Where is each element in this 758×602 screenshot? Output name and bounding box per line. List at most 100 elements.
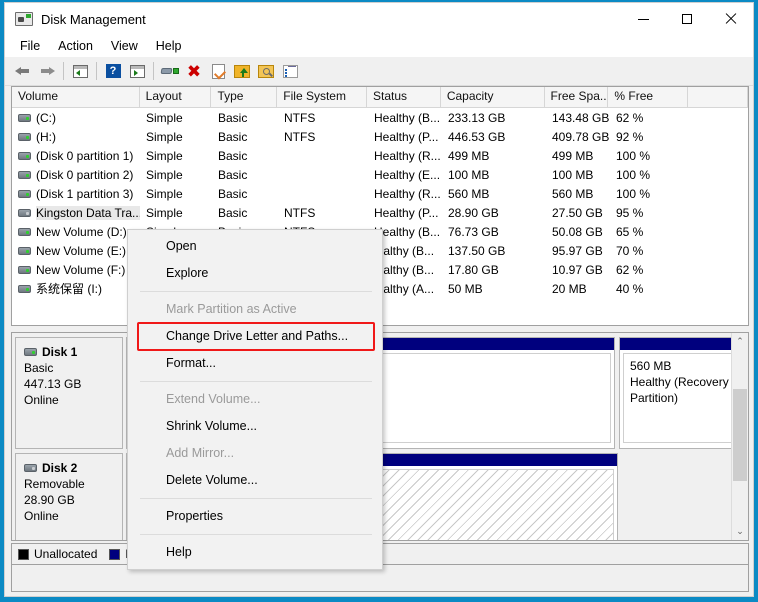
column-header-free-spa[interactable]: Free Spa... [545,87,609,107]
menu-file[interactable]: File [11,37,49,55]
menu-bar: File Action View Help [5,35,753,57]
close-button[interactable] [709,3,753,35]
disk-state: Online [24,393,59,407]
legend-entry: Unallocated [18,547,97,561]
table-row[interactable]: (Disk 1 partition 3) Simple Basic Healthy (… [12,184,748,203]
menu-separator [140,381,372,382]
volume-name-cell[interactable]: (Disk 1 partition 3) [12,187,140,201]
legend-label: Unallocated [34,547,98,561]
context-menu-item-shrink-volume[interactable]: Shrink Volume... [128,413,382,440]
cell-free: 95.97 GB [552,243,603,258]
show-action-pane-icon[interactable] [125,59,149,83]
find-icon[interactable] [254,59,278,83]
menu-view[interactable]: View [102,37,147,55]
toolbar-separator [96,62,97,80]
volume-name-cell[interactable]: (Disk 0 partition 1) [12,149,140,163]
volume-name-cell[interactable]: 系统保留 (I:) [12,280,140,297]
context-menu-item-explore[interactable]: Explore [128,260,382,287]
cell-capacity: 76.73 GB [448,224,499,239]
disk-capacity: 447.13 GB [24,377,82,391]
column-header-layout[interactable]: Layout [140,87,212,107]
cell-type: Basic [218,186,248,201]
disk-pane-scrollbar[interactable]: ⌃ ⌄ [731,333,748,540]
column-header-free[interactable]: % Free [608,87,689,107]
table-row[interactable]: (Disk 0 partition 2) Simple Basic Healthy (… [12,165,748,184]
cell-pct: 65 % [616,224,644,239]
back-arrow-icon[interactable] [11,59,35,83]
cell-pct: 70 % [616,243,644,258]
context-menu-item-change-drive-letter-and-paths[interactable]: Change Drive Letter and Paths... [137,322,375,351]
drive-icon [18,284,31,293]
table-row[interactable]: (H:) Simple Basic NTFS Healthy (P... 446.53 G… [12,127,748,146]
column-header-volume[interactable]: Volume [12,87,140,107]
context-menu-item-help[interactable]: Help [128,539,382,566]
export-list-icon[interactable] [230,59,254,83]
table-row[interactable]: (Disk 0 partition 1) Simple Basic Healthy (… [12,146,748,165]
cell-layout: Simple [146,167,183,182]
context-menu-item-properties[interactable]: Properties [128,503,382,530]
cell-capacity: 17.80 GB [448,262,499,277]
window-controls [621,3,753,35]
context-menu[interactable]: Open Explore Mark Partition as Active Chang… [127,229,383,570]
cell-fs: NTFS [284,129,316,144]
column-header-capacity[interactable]: Capacity [441,87,545,107]
maximize-button[interactable] [665,3,709,35]
volume-name-cell[interactable]: Kingston Data Tra... [12,205,140,220]
column-header-status[interactable]: Status [367,87,441,107]
menu-separator [140,534,372,535]
volume-name-cell[interactable]: (Disk 0 partition 2) [12,168,140,182]
disk-info-disk-1[interactable]: Disk 1 Basic 447.13 GB Online [15,337,123,449]
context-menu-item-open[interactable]: Open [128,233,382,260]
disk-info-disk-2[interactable]: Disk 2 Removable 28.90 GB Online [15,453,123,540]
disk-type: Removable [24,477,85,491]
minimize-button[interactable] [621,3,665,35]
cell-status: Healthy (P... [374,205,439,220]
scrollbar-thumb[interactable] [733,389,747,481]
cell-free: 10.97 GB [552,262,603,277]
cell-status: Healthy (R... [374,148,441,163]
forward-arrow-icon[interactable] [35,59,59,83]
disk-capacity: 28.90 GB [24,493,75,507]
drive-icon [24,348,37,356]
cell-fs: NTFS [284,110,316,125]
toolbar: ? ✖ [5,57,753,86]
context-menu-item-mark-partition-as-active: Mark Partition as Active [166,302,297,316]
details-view-icon[interactable] [278,59,302,83]
properties-icon[interactable] [206,59,230,83]
menu-help[interactable]: Help [147,37,191,55]
scroll-up-icon[interactable]: ⌃ [732,333,748,350]
partition-block[interactable]: 560 MB Healthy (Recovery Partition) [619,337,748,449]
cell-capacity: 233.13 GB [448,110,506,125]
volume-name-cell[interactable]: New Volume (D:) [12,225,140,239]
volume-name-cell[interactable]: New Volume (F:) [12,263,140,277]
help-icon[interactable]: ? [101,59,125,83]
drive-icon [18,132,31,141]
context-menu-item-delete-volume[interactable]: Delete Volume... [128,467,382,494]
menu-action[interactable]: Action [49,37,102,55]
context-menu-item-format[interactable]: Format... [128,350,382,377]
volume-name-cell[interactable]: (H:) [12,130,140,144]
volume-name-cell[interactable]: New Volume (E:) [12,244,140,258]
column-header-file-system[interactable]: File System [277,87,368,107]
delete-icon[interactable]: ✖ [182,59,206,83]
context-menu-item-add-mirror: Add Mirror... [166,446,235,460]
cell-pct: 62 % [616,262,644,277]
disk-type: Basic [24,361,54,375]
table-row[interactable]: Kingston Data Tra... Simple Basic NTFS Healt… [12,203,748,222]
cell-free: 560 MB [552,186,594,201]
cell-pct: 100 % [616,186,651,201]
disk-header: Disk 1 [24,344,122,360]
column-header-blank[interactable] [688,87,748,107]
cell-free: 143.48 GB [552,110,610,125]
column-header-type[interactable]: Type [211,87,278,107]
cell-pct: 95 % [616,205,644,220]
show-console-tree-icon[interactable] [68,59,92,83]
scroll-down-icon[interactable]: ⌄ [732,523,748,540]
cell-free: 499 MB [552,148,594,163]
volume-name-cell[interactable]: (C:) [12,111,140,125]
disk-state: Online [24,509,59,523]
cell-capacity: 28.90 GB [448,205,499,220]
table-row[interactable]: (C:) Simple Basic NTFS Healthy (B... 233.13 G… [12,108,748,127]
minimize-icon [637,18,649,20]
rescan-disks-icon[interactable] [158,59,182,83]
